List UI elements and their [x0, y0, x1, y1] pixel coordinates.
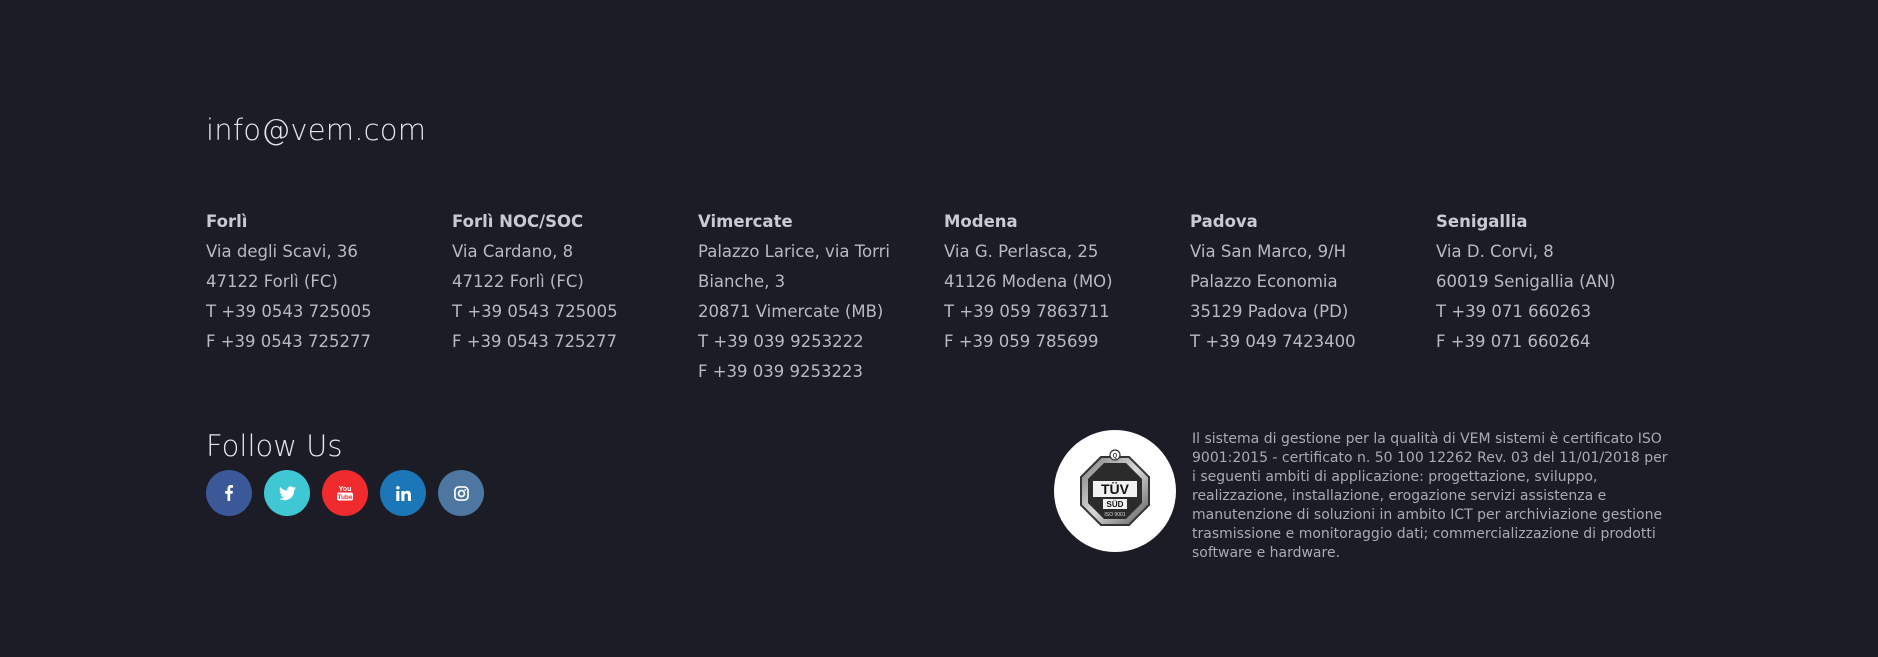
badge-sud-text: SÜD: [1107, 500, 1124, 509]
office-phone[interactable]: T +39 059 7863711: [944, 297, 1190, 327]
svg-text:Tube: Tube: [337, 494, 352, 501]
twitter-icon: [278, 485, 296, 501]
office-phone[interactable]: T +39 0543 725005: [206, 297, 452, 327]
linkedin-icon: [395, 485, 411, 501]
facebook-icon: [221, 485, 237, 501]
office-name: Padova: [1190, 212, 1258, 231]
certification-statement: Il sistema di gestione per la qualità di…: [1192, 431, 1668, 561]
office-name: Forlì: [206, 212, 248, 231]
social-links: You Tube: [206, 470, 484, 516]
follow-us-heading: Follow Us: [206, 429, 343, 463]
tuv-sud-logo: Q TÜV SÜD ISO 9001: [1079, 449, 1151, 533]
office-modena: Modena Via G. Perlasca, 25 41126 Modena …: [944, 207, 1190, 387]
office-name: Modena: [944, 212, 1018, 231]
office-fax: F +39 0543 725277: [206, 332, 372, 351]
office-name: Forlì NOC/SOC: [452, 212, 584, 231]
office-address-cont: Bianche, 3: [698, 272, 786, 291]
offices-list: Forlì Via degli Scavi, 36 47122 Forlì (F…: [206, 207, 1682, 387]
instagram-icon: [453, 485, 469, 501]
office-senigallia: Senigallia Via D. Corvi, 8 60019 Senigal…: [1436, 207, 1682, 387]
office-padova: Padova Via San Marco, 9/H Palazzo Econom…: [1190, 207, 1436, 387]
office-phone[interactable]: T +39 071 660263: [1436, 297, 1682, 327]
office-name: Senigallia: [1436, 212, 1528, 231]
tuv-certification-badge: Q TÜV SÜD ISO 9001: [1054, 430, 1176, 552]
contact-email-link[interactable]: info@vem.com: [206, 113, 426, 147]
badge-iso-text: ISO 9001: [1104, 512, 1125, 518]
office-fax: F +39 071 660264: [1436, 332, 1591, 351]
office-city: 35129 Padova (PD): [1190, 302, 1349, 321]
badge-q-mark: Q: [1113, 454, 1118, 460]
office-city: 47122 Forlì (FC): [206, 272, 338, 291]
office-city: 41126 Modena (MO): [944, 272, 1113, 291]
office-phone[interactable]: T +39 039 9253222: [698, 327, 944, 357]
office-vimercate: Vimercate Palazzo Larice, via Torri Bian…: [698, 207, 944, 387]
office-building: Palazzo Economia: [1190, 272, 1338, 291]
linkedin-button[interactable]: [380, 470, 426, 516]
office-address: Via G. Perlasca, 25: [944, 242, 1099, 261]
site-footer: info@vem.com Forlì Via degli Scavi, 36 4…: [0, 0, 1878, 657]
office-forli: Forlì Via degli Scavi, 36 47122 Forlì (F…: [206, 207, 452, 387]
office-forli-noc-soc: Forlì NOC/SOC Via Cardano, 8 47122 Forlì…: [452, 207, 698, 387]
office-phone[interactable]: T +39 0543 725005: [452, 297, 698, 327]
svg-text:You: You: [339, 486, 352, 493]
office-city: 47122 Forlì (FC): [452, 272, 584, 291]
office-address: Palazzo Larice, via Torri: [698, 242, 890, 261]
office-fax: F +39 059 785699: [944, 332, 1099, 351]
office-address: Via San Marco, 9/H: [1190, 242, 1347, 261]
office-address: Via D. Corvi, 8: [1436, 242, 1554, 261]
office-city: 20871 Vimercate (MB): [698, 302, 884, 321]
facebook-button[interactable]: [206, 470, 252, 516]
office-fax: F +39 039 9253223: [698, 362, 864, 381]
twitter-button[interactable]: [264, 470, 310, 516]
youtube-icon: You Tube: [335, 484, 355, 502]
instagram-button[interactable]: [438, 470, 484, 516]
office-address: Via degli Scavi, 36: [206, 242, 358, 261]
office-name: Vimercate: [698, 212, 793, 231]
badge-tuv-text: TÜV: [1101, 481, 1130, 497]
youtube-button[interactable]: You Tube: [322, 470, 368, 516]
office-city: 60019 Senigallia (AN): [1436, 272, 1616, 291]
office-fax: F +39 0543 725277: [452, 332, 618, 351]
office-phone[interactable]: T +39 049 7423400: [1190, 327, 1436, 357]
office-address: Via Cardano, 8: [452, 242, 574, 261]
